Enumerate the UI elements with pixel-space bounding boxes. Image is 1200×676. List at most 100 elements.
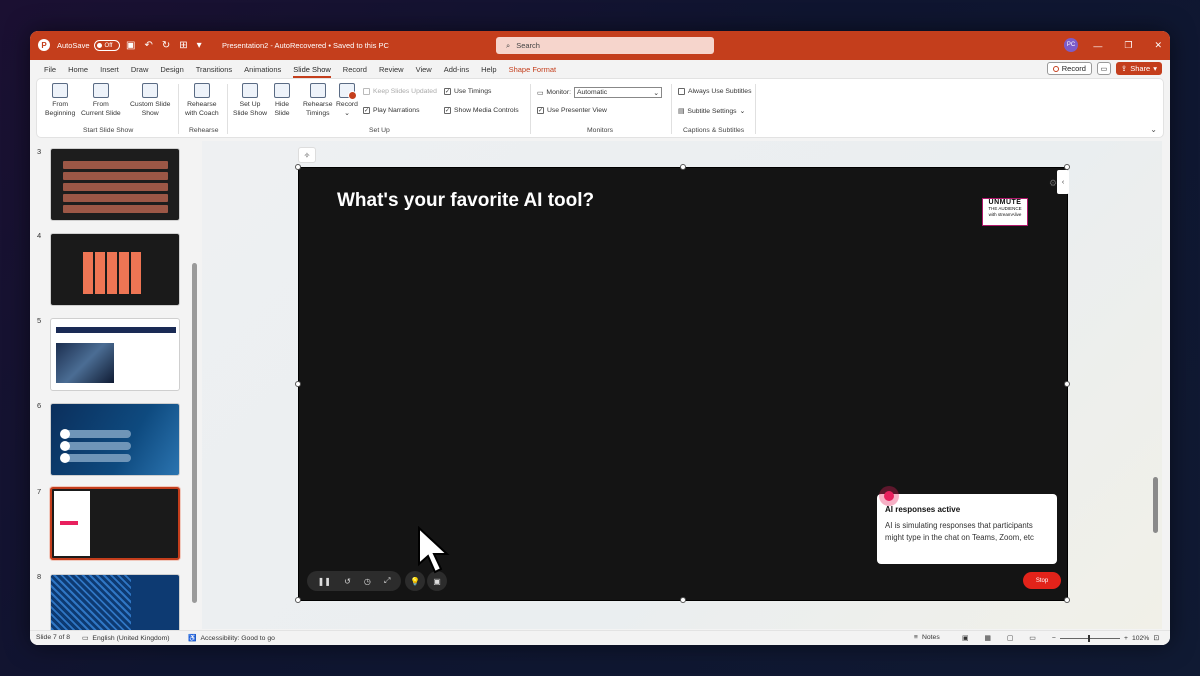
save-icon[interactable]: ▣ <box>126 40 135 51</box>
set-up-slide-show-button[interactable]: Set Up Slide Show <box>233 83 267 118</box>
comments-icon[interactable]: ▭ <box>1096 62 1111 75</box>
thumb-bar <box>95 252 105 294</box>
rehearse-coach-label-1: Rehearse <box>187 101 217 108</box>
slide-thumbnail-5[interactable] <box>50 318 180 391</box>
resize-handle[interactable] <box>680 597 686 603</box>
resize-handle[interactable] <box>1064 597 1070 603</box>
slide-thumbnail-3[interactable] <box>50 148 180 221</box>
undo-icon[interactable]: ↶ <box>144 40 152 51</box>
editor-scrollbar[interactable] <box>1152 141 1160 629</box>
normal-view-icon[interactable]: ▣ <box>962 634 968 642</box>
notes-label: Notes <box>921 634 940 641</box>
search-icon: ⌕ <box>506 40 511 50</box>
slide-thumbnail-7[interactable] <box>50 487 180 560</box>
autosave[interactable]: AutoSave Off <box>57 31 120 60</box>
custom-slide-show-button[interactable]: Custom Slide Show <box>130 83 170 118</box>
share-button[interactable]: ⇪ Share ▾ <box>1115 62 1162 75</box>
zoom-level[interactable]: 102% <box>1132 635 1149 642</box>
rehearse-timings-button[interactable]: Rehearse Timings <box>303 83 332 118</box>
slide-thumbnail-6[interactable] <box>50 403 180 476</box>
subtitle-settings-button[interactable]: ▤ Subtitle Settings ⌄ <box>678 107 745 116</box>
expand-icon[interactable]: ⤢ <box>384 576 390 586</box>
scrollbar-thumb[interactable] <box>1153 477 1158 533</box>
zoom-out-icon[interactable]: − <box>1052 635 1056 642</box>
tab-home[interactable]: Home <box>68 65 88 74</box>
accessibility-indicator[interactable]: ♿ Accessibility: Good to go <box>188 634 275 643</box>
tab-record[interactable]: Record <box>343 65 367 74</box>
tab-review[interactable]: Review <box>379 65 404 74</box>
resize-handle[interactable] <box>295 381 301 387</box>
tab-draw[interactable]: Draw <box>131 65 149 74</box>
show-media-controls-checkbox[interactable]: ✓ Show Media Controls <box>444 107 519 114</box>
use-presenter-view-checkbox[interactable]: ✓ Use Presenter View <box>537 107 607 114</box>
from-current-button[interactable]: From Current Slide <box>81 83 121 118</box>
minimize-icon[interactable]: — <box>1093 41 1102 51</box>
hide-slide-button[interactable]: Hide Slide <box>274 83 290 118</box>
tab-animations[interactable]: Animations <box>244 65 281 74</box>
fit-to-window-icon[interactable]: ⊡ <box>1153 634 1159 642</box>
redo-icon[interactable]: ↻ <box>162 40 170 51</box>
search-box[interactable]: ⌕ Search <box>496 37 714 54</box>
tab-design[interactable]: Design <box>160 65 183 74</box>
title-bar: P AutoSave Off ▣ ↶ ↻ ⊞ ▾ Presentation2 -… <box>30 31 1170 60</box>
from-beginning-button[interactable]: From Beginning <box>45 83 75 118</box>
chevron-left-icon[interactable]: ‹ <box>1057 170 1069 194</box>
autosave-toggle[interactable]: Off <box>93 40 120 51</box>
tab-shape-format[interactable]: Shape Format <box>509 65 557 74</box>
resize-handle[interactable] <box>295 164 301 170</box>
resize-handle[interactable] <box>1064 381 1070 387</box>
tab-view[interactable]: View <box>416 65 432 74</box>
play-narrations-checkbox[interactable]: ✓ Play Narrations <box>363 107 419 114</box>
image-icon[interactable]: ▣ <box>427 571 447 591</box>
reading-view-icon[interactable]: ▢ <box>1007 634 1013 642</box>
notes-button[interactable]: ≡ Notes <box>914 634 940 641</box>
rehearse-with-coach-button[interactable]: Rehearse with Coach <box>185 83 219 118</box>
close-icon[interactable]: ✕ <box>1154 40 1162 51</box>
designer-wand-icon[interactable]: ✧ <box>298 147 316 163</box>
tab-file[interactable]: File <box>44 65 56 74</box>
avatar[interactable]: PC <box>1064 38 1078 52</box>
customize-qat-icon[interactable]: ▾ <box>197 40 202 51</box>
resize-handle[interactable] <box>295 597 301 603</box>
slide-sorter-icon[interactable]: ▦ <box>984 634 990 642</box>
record-button[interactable]: Record <box>1046 62 1092 75</box>
keep-slides-updated-checkbox[interactable]: Keep Slides Updated <box>363 88 437 95</box>
resize-handle[interactable] <box>680 164 686 170</box>
present-icon[interactable]: ⊞ <box>179 40 187 51</box>
language-indicator[interactable]: ▭ English (United Kingdom) <box>82 634 170 643</box>
slide-show-icon[interactable]: ▭ <box>1029 634 1035 642</box>
scrollbar-thumb[interactable] <box>192 263 197 603</box>
tab-help[interactable]: Help <box>481 65 496 74</box>
record-slide-button[interactable]: Record ⌄ <box>336 83 358 118</box>
tab-insert[interactable]: Insert <box>100 65 119 74</box>
pause-icon[interactable]: ❚❚ <box>318 577 331 586</box>
tab-add-ins[interactable]: Add-ins <box>444 65 469 74</box>
thumbnail-scrollbar[interactable] <box>192 149 198 603</box>
tab-transitions[interactable]: Transitions <box>196 65 232 74</box>
use-timings-label: Use Timings <box>454 88 492 95</box>
monitor-dropdown[interactable]: Automatic ⌄ <box>573 87 662 98</box>
spellcheck-icon: ▭ <box>82 635 89 642</box>
lightbulb-icon[interactable]: 💡 <box>405 571 425 591</box>
resize-handle[interactable] <box>1064 164 1070 170</box>
restore-icon[interactable]: ❐ <box>1124 40 1132 51</box>
timer-icon[interactable]: ◷ <box>364 577 371 586</box>
ribbon-tabs: File Home Insert Draw Design Transitions… <box>30 60 1170 78</box>
group-label-monitors: Monitors <box>587 127 614 134</box>
always-use-subtitles-checkbox[interactable]: Always Use Subtitles <box>678 88 751 95</box>
current-slide[interactable]: What's your favorite AI tool? UNMUTE THE… <box>295 164 1070 603</box>
slide-title[interactable]: What's your favorite AI tool? <box>337 190 594 212</box>
zoom-track[interactable] <box>1059 634 1120 642</box>
use-timings-checkbox[interactable]: ✓ Use Timings <box>444 88 491 95</box>
record-slide-label: Record <box>336 101 358 108</box>
collapse-ribbon-icon[interactable]: ⌄ <box>1150 125 1157 134</box>
reset-icon[interactable]: ↺ <box>344 577 351 586</box>
show-media-controls-label: Show Media Controls <box>454 107 519 114</box>
gear-icon[interactable]: ⚙ <box>1049 178 1057 189</box>
monitor-selector[interactable]: ▭ Monitor: Automatic ⌄ <box>537 87 662 98</box>
stop-button[interactable]: Stop <box>1023 572 1061 589</box>
zoom-slider[interactable]: − + 102% ⊡ <box>1052 634 1159 642</box>
zoom-in-icon[interactable]: + <box>1124 635 1128 642</box>
tab-slide-show[interactable]: Slide Show <box>293 65 331 78</box>
slide-thumbnail-4[interactable] <box>50 233 180 306</box>
